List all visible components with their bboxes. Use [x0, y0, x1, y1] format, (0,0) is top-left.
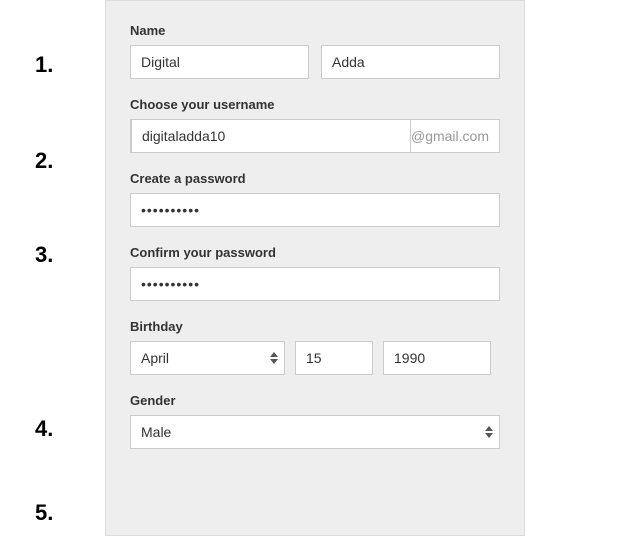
birthday-label: Birthday	[130, 319, 500, 334]
gender-select[interactable]: Male	[130, 415, 500, 449]
first-name-input[interactable]	[130, 45, 309, 79]
step-number-2: 2.	[35, 148, 53, 174]
birthday-year-input[interactable]	[383, 341, 491, 375]
gender-label: Gender	[130, 393, 500, 408]
username-suffix: @gmail.com	[411, 128, 499, 144]
stepper-icon	[270, 352, 278, 364]
step-number-4: 4.	[35, 416, 53, 442]
birthday-row: April	[130, 341, 500, 375]
confirm-password-input[interactable]	[130, 267, 500, 301]
username-label: Choose your username	[130, 97, 500, 112]
step-number-5: 5.	[35, 500, 53, 526]
gender-value: Male	[141, 424, 171, 440]
confirm-password-label: Confirm your password	[130, 245, 500, 260]
create-password-input[interactable]	[130, 193, 500, 227]
step-number-1: 1.	[35, 52, 53, 78]
step-number-3: 3.	[35, 242, 53, 268]
stepper-icon	[485, 426, 493, 438]
name-row	[130, 45, 500, 79]
username-field[interactable]: @gmail.com	[130, 119, 500, 153]
last-name-input[interactable]	[321, 45, 500, 79]
signup-form-panel: Name Choose your username @gmail.com Cre…	[105, 0, 525, 536]
username-input[interactable]	[131, 119, 411, 153]
create-password-label: Create a password	[130, 171, 500, 186]
name-label: Name	[130, 23, 500, 38]
birthday-month-select[interactable]: April	[130, 341, 285, 375]
birthday-month-value: April	[141, 350, 169, 366]
birthday-day-input[interactable]	[295, 341, 373, 375]
